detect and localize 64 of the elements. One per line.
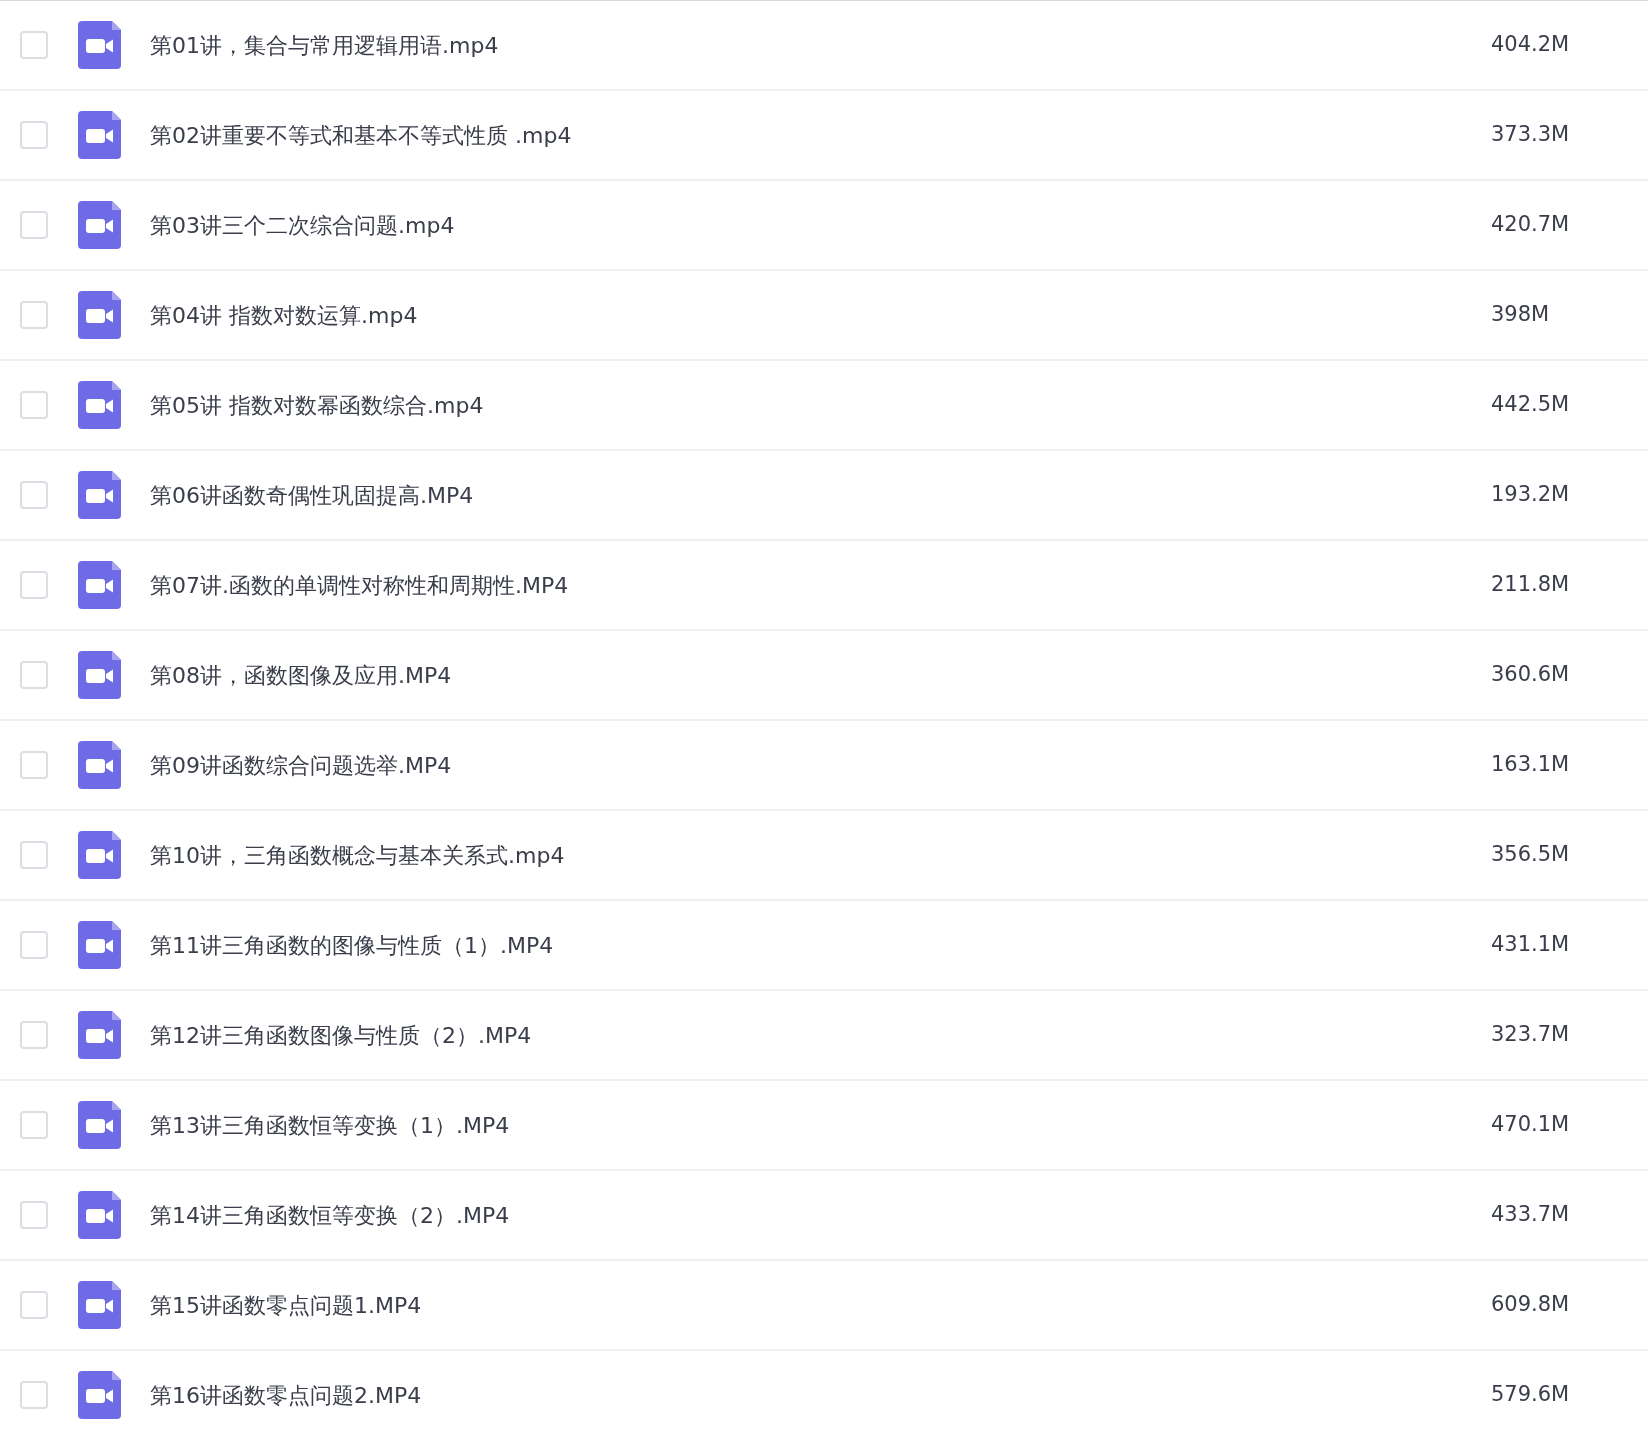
video-file-icon [78,291,121,339]
file-name[interactable]: 第16讲函数零点问题2.MP4 [150,1378,1491,1412]
checkbox[interactable] [20,1201,48,1229]
file-name[interactable]: 第07讲.函数的单调性对称性和周期性.MP4 [150,568,1491,602]
video-file-icon [78,1011,121,1059]
video-file-icon [78,111,121,159]
file-size: 404.2M [1491,31,1571,59]
checkbox[interactable] [20,661,48,689]
file-name[interactable]: 第11讲三角函数的图像与性质（1）.MP4 [150,928,1491,962]
video-file-icon [78,1101,121,1149]
checkbox[interactable] [20,31,48,59]
video-file-icon [78,21,121,69]
checkbox[interactable] [20,391,48,419]
checkbox[interactable] [20,481,48,509]
file-size: 431.1M [1491,931,1571,959]
file-name[interactable]: 第08讲，函数图像及应用.MP4 [150,658,1491,692]
file-size: 211.8M [1491,571,1571,599]
file-size: 420.7M [1491,211,1571,239]
video-file-icon [78,651,121,699]
file-name[interactable]: 第02讲重要不等式和基本不等式性质 .mp4 [150,118,1491,152]
file-size: 360.6M [1491,661,1571,689]
file-name[interactable]: 第10讲，三角函数概念与基本关系式.mp4 [150,838,1491,872]
checkbox[interactable] [20,751,48,779]
file-name[interactable]: 第14讲三角函数恒等变换（2）.MP4 [150,1198,1491,1232]
file-size: 433.7M [1491,1201,1571,1229]
file-size: 163.1M [1491,751,1571,779]
file-size: 356.5M [1491,841,1571,869]
checkbox[interactable] [20,1381,48,1409]
file-name[interactable]: 第12讲三角函数图像与性质（2）.MP4 [150,1018,1491,1052]
checkbox[interactable] [20,211,48,239]
file-size: 609.8M [1491,1291,1571,1319]
video-file-icon [78,1281,121,1329]
checkbox[interactable] [20,121,48,149]
file-name[interactable]: 第13讲三角函数恒等变换（1）.MP4 [150,1108,1491,1142]
file-size: 579.6M [1491,1381,1571,1409]
video-file-icon [78,381,121,429]
video-file-icon [78,1371,121,1419]
video-file-icon [78,741,121,789]
file-size: 373.3M [1491,121,1571,149]
checkbox[interactable] [20,841,48,869]
video-file-icon [78,831,121,879]
file-name[interactable]: 第09讲函数综合问题选举.MP4 [150,748,1491,782]
checkbox[interactable] [20,571,48,599]
file-size: 323.7M [1491,1021,1571,1049]
file-name[interactable]: 第03讲三个二次综合问题.mp4 [150,208,1491,242]
video-file-icon [78,1191,121,1239]
file-size: 193.2M [1491,481,1571,509]
video-file-icon [78,201,121,249]
file-size: 442.5M [1491,391,1571,419]
video-file-icon [78,921,121,969]
checkbox[interactable] [20,1021,48,1049]
file-size: 470.1M [1491,1111,1571,1139]
file-name[interactable]: 第05讲 指数对数幂函数综合.mp4 [150,388,1491,422]
file-name[interactable]: 第06讲函数奇偶性巩固提高.MP4 [150,478,1491,512]
file-name[interactable]: 第01讲，集合与常用逻辑用语.mp4 [150,28,1491,62]
file-size: 398M [1491,301,1551,329]
checkbox[interactable] [20,931,48,959]
checkbox[interactable] [20,301,48,329]
checkbox[interactable] [20,1291,48,1319]
video-file-icon [78,561,121,609]
checkbox[interactable] [20,1111,48,1139]
file-name[interactable]: 第15讲函数零点问题1.MP4 [150,1288,1491,1322]
file-name[interactable]: 第04讲 指数对数运算.mp4 [150,298,1491,332]
video-file-icon [78,471,121,519]
